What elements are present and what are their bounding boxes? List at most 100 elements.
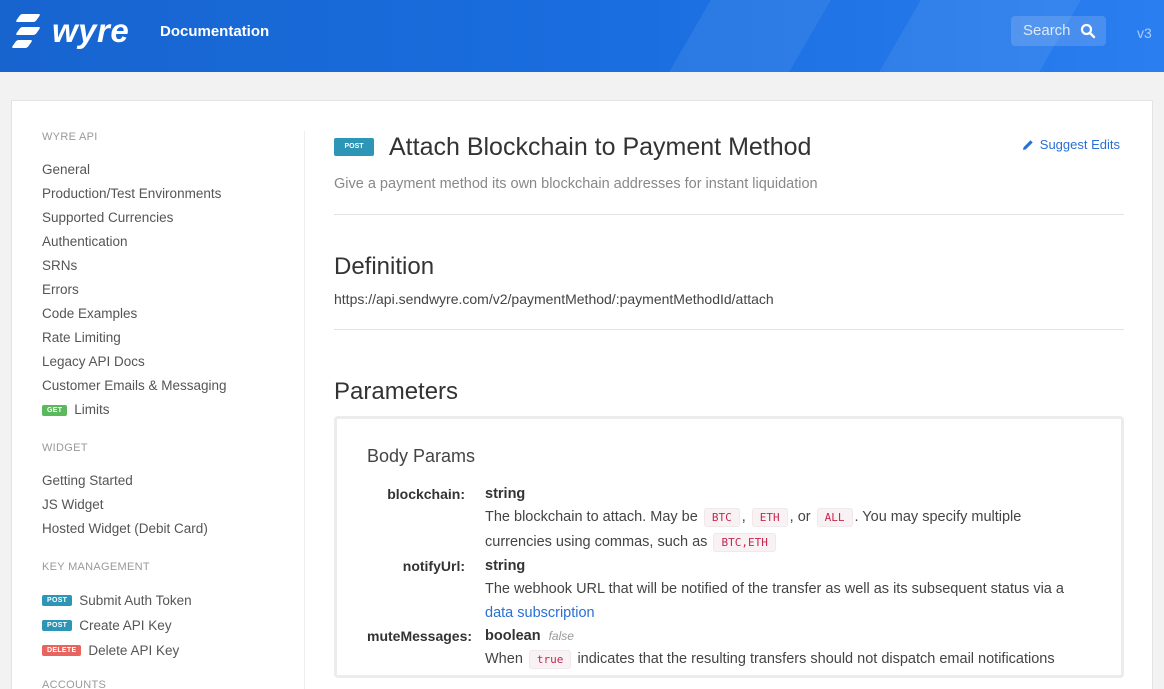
sidebar-item-label: General — [42, 162, 91, 177]
sidebar-item-srns[interactable]: SRNs — [42, 254, 312, 278]
param-row-mutemessages: muteMessages: boolean false When true ind… — [367, 625, 1091, 672]
sidebar-item-emails[interactable]: Customer Emails & Messaging — [42, 374, 312, 398]
param-row-blockchain: blockchain: string The blockchain to att… — [367, 483, 1091, 555]
wyre-logo[interactable]: wyre — [11, 11, 129, 51]
divider — [334, 329, 1124, 330]
divider — [334, 214, 1124, 215]
param-details: string The webhook URL that will be noti… — [485, 555, 1091, 625]
version-selector[interactable]: v3 — [1137, 25, 1152, 41]
sidebar-item-limits[interactable]: GET Limits — [42, 398, 312, 422]
sidebar-item-label: Legacy API Docs — [42, 354, 145, 369]
code-value: BTC,ETH — [713, 533, 776, 552]
sidebar-item-label: Limits — [74, 402, 110, 417]
param-details: string The blockchain to attach. May be … — [485, 483, 1091, 555]
content-card: WYRE API General Production/Test Environ… — [11, 100, 1153, 689]
definition-heading: Definition — [334, 253, 435, 280]
sidebar-section-accounts: ACCOUNTS — [42, 679, 312, 689]
search-box[interactable]: Search — [1011, 16, 1106, 46]
sidebar-heading: ACCOUNTS — [42, 679, 107, 689]
code-value: ALL — [816, 508, 853, 527]
suggest-edits-label: Suggest Edits — [1039, 137, 1120, 152]
sidebar-item-authentication[interactable]: Authentication — [42, 230, 312, 254]
param-name: blockchain: — [387, 486, 465, 502]
sidebar-item-environments[interactable]: Production/Test Environments — [42, 182, 312, 206]
sidebar-item-label: Authentication — [42, 234, 128, 249]
sidebar-section-key-management: KEY MANAGEMENT POST Submit Auth Token PO… — [42, 561, 312, 663]
page-subtitle: Give a payment method its own blockchain… — [334, 176, 818, 192]
parameters-heading: Parameters — [334, 378, 459, 405]
delete-badge: DELETE — [42, 645, 82, 656]
sidebar-item-currencies[interactable]: Supported Currencies — [42, 206, 312, 230]
suggest-edits-link[interactable]: Suggest Edits — [1022, 137, 1120, 152]
description-text: indicates that the resulting transfers s… — [577, 651, 1055, 667]
param-type-label: boolean — [485, 628, 541, 644]
sidebar-section-widget: WIDGET Getting Started JS Widget Hosted … — [42, 442, 312, 541]
method-badge: POST — [334, 138, 374, 156]
sidebar-heading: WIDGET — [42, 442, 88, 454]
sidebar-item-delete-api-key[interactable]: DELETE Delete API Key — [42, 638, 312, 663]
sidebar-item-legacy-docs[interactable]: Legacy API Docs — [42, 350, 312, 374]
main-content: POST Attach Blockchain to Payment Method… — [334, 131, 1124, 678]
code-value: ETH — [751, 508, 788, 527]
sidebar-heading: KEY MANAGEMENT — [42, 561, 150, 573]
param-details: boolean false When true indicates that th… — [485, 625, 1091, 672]
sidebar-item-rate-limiting[interactable]: Rate Limiting — [42, 326, 312, 350]
sidebar-divider — [304, 131, 305, 689]
sidebar-item-label: Production/Test Environments — [42, 186, 222, 201]
pencil-icon — [1022, 139, 1033, 150]
header-decoration — [669, 0, 831, 72]
param-description: When true indicates that the resulting t… — [485, 647, 1091, 672]
sidebar-item-create-api-key[interactable]: POST Create API Key — [42, 613, 312, 638]
sidebar-item-general[interactable]: General — [42, 158, 312, 182]
parameters-box: Body Params blockchain: string The block… — [334, 416, 1124, 678]
sidebar-item-getting-started[interactable]: Getting Started — [42, 469, 312, 493]
description-text: , — [741, 509, 746, 525]
description-text: , or — [789, 509, 811, 525]
post-badge: POST — [42, 620, 73, 631]
definition-url: https://api.sendwyre.com/v2/paymentMetho… — [334, 291, 774, 307]
description-text: When — [485, 651, 523, 667]
code-value: BTC — [703, 508, 740, 527]
sidebar-item-hosted-widget[interactable]: Hosted Widget (Debit Card) — [42, 517, 312, 541]
sidebar-item-label: Rate Limiting — [42, 330, 121, 345]
code-value: true — [528, 650, 572, 669]
wyre-logo-icon — [11, 11, 44, 51]
description-text: The blockchain to attach. May be — [485, 509, 698, 525]
data-subscription-link[interactable]: data subscription — [485, 605, 595, 621]
sidebar-item-label: Create API Key — [79, 617, 172, 633]
param-description: The webhook URL that will be notified of… — [485, 577, 1091, 625]
param-description: The blockchain to attach. May be BTC, ET… — [485, 505, 1091, 555]
body-params-heading: Body Params — [367, 446, 476, 466]
sidebar-item-label: Delete API Key — [88, 642, 180, 658]
description-text: The webhook URL that will be notified of… — [485, 581, 1064, 597]
search-placeholder: Search — [1023, 22, 1071, 39]
param-type: string — [485, 558, 526, 574]
sidebar-section-wyre-api: WYRE API General Production/Test Environ… — [42, 131, 312, 422]
param-default: false — [548, 629, 574, 643]
param-type: boolean false — [485, 625, 1091, 647]
sidebar-item-label: Submit Auth Token — [79, 592, 192, 608]
sidebar-nav: WYRE API General Production/Test Environ… — [42, 131, 312, 689]
sidebar-item-submit-auth-token[interactable]: POST Submit Auth Token — [42, 588, 312, 613]
post-badge: POST — [42, 595, 73, 606]
sidebar-item-label: Errors — [42, 282, 79, 297]
top-header: wyre Documentation Search v3 — [0, 0, 1164, 72]
get-badge: GET — [42, 404, 68, 416]
page-title-row: POST Attach Blockchain to Payment Method — [334, 131, 1124, 163]
param-row-notifyurl: notifyUrl: string The webhook URL that w… — [367, 555, 1091, 625]
sidebar-item-label: Getting Started — [42, 473, 133, 488]
sidebar-item-label: SRNs — [42, 258, 78, 273]
sidebar-item-label: Code Examples — [42, 306, 138, 321]
sidebar-item-errors[interactable]: Errors — [42, 278, 312, 302]
documentation-link[interactable]: Documentation — [160, 23, 269, 40]
search-icon — [1080, 23, 1096, 39]
sidebar-item-js-widget[interactable]: JS Widget — [42, 493, 312, 517]
sidebar-item-code-examples[interactable]: Code Examples — [42, 302, 312, 326]
param-name: muteMessages: — [367, 628, 473, 644]
param-name: notifyUrl: — [402, 558, 465, 574]
param-type: string — [485, 486, 526, 502]
page-title: Attach Blockchain to Payment Method — [389, 132, 812, 161]
sidebar-item-label: Customer Emails & Messaging — [42, 378, 227, 393]
sidebar-heading: WYRE API — [42, 131, 98, 143]
sidebar-item-label: Supported Currencies — [42, 210, 174, 225]
